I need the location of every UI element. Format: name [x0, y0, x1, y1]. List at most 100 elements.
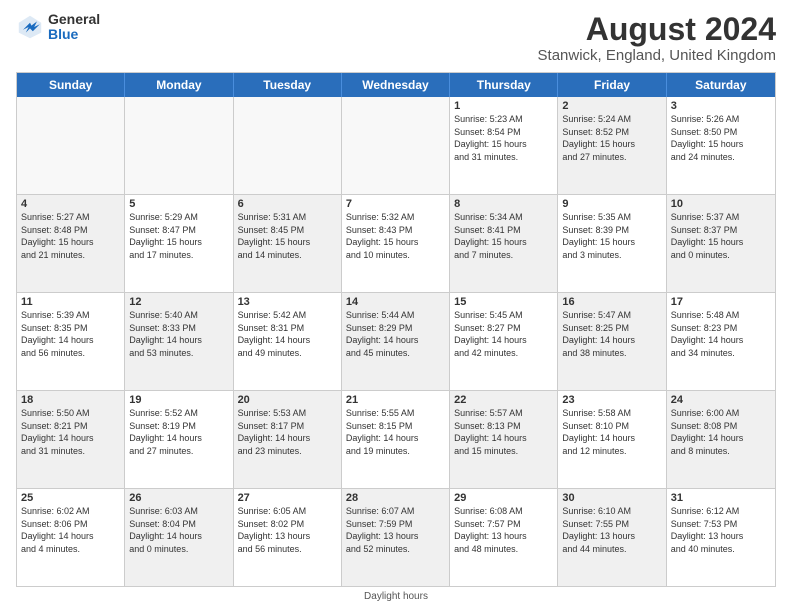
- day-number: 10: [671, 198, 771, 210]
- cell-info: Sunrise: 5:45 AM Sunset: 8:27 PM Dayligh…: [454, 309, 553, 359]
- cal-cell-6: 6Sunrise: 5:31 AM Sunset: 8:45 PM Daylig…: [234, 195, 342, 292]
- day-number: 25: [21, 492, 120, 504]
- logo-icon: [16, 13, 44, 41]
- cal-cell-14: 14Sunrise: 5:44 AM Sunset: 8:29 PM Dayli…: [342, 293, 450, 390]
- day-number: 30: [562, 492, 661, 504]
- cal-cell-8: 8Sunrise: 5:34 AM Sunset: 8:41 PM Daylig…: [450, 195, 558, 292]
- cell-info: Sunrise: 5:53 AM Sunset: 8:17 PM Dayligh…: [238, 407, 337, 457]
- day-number: 9: [562, 198, 661, 210]
- cell-info: Sunrise: 5:52 AM Sunset: 8:19 PM Dayligh…: [129, 407, 228, 457]
- cell-info: Sunrise: 6:12 AM Sunset: 7:53 PM Dayligh…: [671, 505, 771, 555]
- cal-cell-24: 24Sunrise: 6:00 AM Sunset: 8:08 PM Dayli…: [667, 391, 775, 488]
- cal-cell-4: 4Sunrise: 5:27 AM Sunset: 8:48 PM Daylig…: [17, 195, 125, 292]
- cal-cell-11: 11Sunrise: 5:39 AM Sunset: 8:35 PM Dayli…: [17, 293, 125, 390]
- cell-info: Sunrise: 5:42 AM Sunset: 8:31 PM Dayligh…: [238, 309, 337, 359]
- cal-cell-3: 3Sunrise: 5:26 AM Sunset: 8:50 PM Daylig…: [667, 97, 775, 194]
- weekday-header-sunday: Sunday: [17, 73, 125, 97]
- day-number: 2: [562, 100, 661, 112]
- cell-info: Sunrise: 5:37 AM Sunset: 8:37 PM Dayligh…: [671, 211, 771, 261]
- cal-cell-9: 9Sunrise: 5:35 AM Sunset: 8:39 PM Daylig…: [558, 195, 666, 292]
- day-number: 29: [454, 492, 553, 504]
- cal-cell-7: 7Sunrise: 5:32 AM Sunset: 8:43 PM Daylig…: [342, 195, 450, 292]
- day-number: 13: [238, 296, 337, 308]
- cal-cell-16: 16Sunrise: 5:47 AM Sunset: 8:25 PM Dayli…: [558, 293, 666, 390]
- calendar: SundayMondayTuesdayWednesdayThursdayFrid…: [16, 72, 776, 587]
- cal-row-4: 25Sunrise: 6:02 AM Sunset: 8:06 PM Dayli…: [17, 488, 775, 586]
- main-title: August 2024: [538, 12, 776, 47]
- cal-cell-15: 15Sunrise: 5:45 AM Sunset: 8:27 PM Dayli…: [450, 293, 558, 390]
- cell-info: Sunrise: 5:48 AM Sunset: 8:23 PM Dayligh…: [671, 309, 771, 359]
- day-number: 16: [562, 296, 661, 308]
- cell-info: Sunrise: 6:00 AM Sunset: 8:08 PM Dayligh…: [671, 407, 771, 457]
- cell-info: Sunrise: 5:47 AM Sunset: 8:25 PM Dayligh…: [562, 309, 661, 359]
- cell-info: Sunrise: 5:35 AM Sunset: 8:39 PM Dayligh…: [562, 211, 661, 261]
- day-number: 8: [454, 198, 553, 210]
- cal-cell-22: 22Sunrise: 5:57 AM Sunset: 8:13 PM Dayli…: [450, 391, 558, 488]
- logo-general: General: [48, 12, 100, 27]
- weekday-header-saturday: Saturday: [667, 73, 775, 97]
- day-number: 24: [671, 394, 771, 406]
- cal-cell-5: 5Sunrise: 5:29 AM Sunset: 8:47 PM Daylig…: [125, 195, 233, 292]
- cal-cell-1: 1Sunrise: 5:23 AM Sunset: 8:54 PM Daylig…: [450, 97, 558, 194]
- cal-cell-12: 12Sunrise: 5:40 AM Sunset: 8:33 PM Dayli…: [125, 293, 233, 390]
- title-block: August 2024 Stanwick, England, United Ki…: [538, 12, 776, 64]
- day-number: 7: [346, 198, 445, 210]
- day-number: 26: [129, 492, 228, 504]
- weekday-header-monday: Monday: [125, 73, 233, 97]
- cell-info: Sunrise: 5:24 AM Sunset: 8:52 PM Dayligh…: [562, 113, 661, 163]
- cell-info: Sunrise: 5:58 AM Sunset: 8:10 PM Dayligh…: [562, 407, 661, 457]
- cell-info: Sunrise: 5:57 AM Sunset: 8:13 PM Dayligh…: [454, 407, 553, 457]
- cell-info: Sunrise: 5:32 AM Sunset: 8:43 PM Dayligh…: [346, 211, 445, 261]
- weekday-header-thursday: Thursday: [450, 73, 558, 97]
- weekday-header-friday: Friday: [558, 73, 666, 97]
- page: General Blue August 2024 Stanwick, Engla…: [0, 0, 792, 612]
- cell-info: Sunrise: 5:23 AM Sunset: 8:54 PM Dayligh…: [454, 113, 553, 163]
- cal-cell-2: 2Sunrise: 5:24 AM Sunset: 8:52 PM Daylig…: [558, 97, 666, 194]
- day-number: 21: [346, 394, 445, 406]
- cal-cell-empty: [234, 97, 342, 194]
- logo-text: General Blue: [48, 12, 100, 43]
- cell-info: Sunrise: 5:40 AM Sunset: 8:33 PM Dayligh…: [129, 309, 228, 359]
- day-number: 17: [671, 296, 771, 308]
- cal-cell-17: 17Sunrise: 5:48 AM Sunset: 8:23 PM Dayli…: [667, 293, 775, 390]
- day-number: 3: [671, 100, 771, 112]
- cell-info: Sunrise: 6:10 AM Sunset: 7:55 PM Dayligh…: [562, 505, 661, 555]
- cell-info: Sunrise: 5:26 AM Sunset: 8:50 PM Dayligh…: [671, 113, 771, 163]
- cal-cell-13: 13Sunrise: 5:42 AM Sunset: 8:31 PM Dayli…: [234, 293, 342, 390]
- cal-cell-20: 20Sunrise: 5:53 AM Sunset: 8:17 PM Dayli…: [234, 391, 342, 488]
- cal-cell-21: 21Sunrise: 5:55 AM Sunset: 8:15 PM Dayli…: [342, 391, 450, 488]
- cal-row-2: 11Sunrise: 5:39 AM Sunset: 8:35 PM Dayli…: [17, 292, 775, 390]
- day-number: 15: [454, 296, 553, 308]
- cell-info: Sunrise: 5:27 AM Sunset: 8:48 PM Dayligh…: [21, 211, 120, 261]
- day-number: 5: [129, 198, 228, 210]
- day-number: 31: [671, 492, 771, 504]
- cal-cell-28: 28Sunrise: 6:07 AM Sunset: 7:59 PM Dayli…: [342, 489, 450, 586]
- header: General Blue August 2024 Stanwick, Engla…: [16, 12, 776, 64]
- logo: General Blue: [16, 12, 100, 43]
- day-number: 6: [238, 198, 337, 210]
- cal-row-1: 4Sunrise: 5:27 AM Sunset: 8:48 PM Daylig…: [17, 194, 775, 292]
- cell-info: Sunrise: 5:55 AM Sunset: 8:15 PM Dayligh…: [346, 407, 445, 457]
- cell-info: Sunrise: 5:50 AM Sunset: 8:21 PM Dayligh…: [21, 407, 120, 457]
- day-number: 23: [562, 394, 661, 406]
- day-number: 20: [238, 394, 337, 406]
- cal-cell-27: 27Sunrise: 6:05 AM Sunset: 8:02 PM Dayli…: [234, 489, 342, 586]
- cal-cell-25: 25Sunrise: 6:02 AM Sunset: 8:06 PM Dayli…: [17, 489, 125, 586]
- cell-info: Sunrise: 6:05 AM Sunset: 8:02 PM Dayligh…: [238, 505, 337, 555]
- cal-row-3: 18Sunrise: 5:50 AM Sunset: 8:21 PM Dayli…: [17, 390, 775, 488]
- day-number: 1: [454, 100, 553, 112]
- cell-info: Sunrise: 5:29 AM Sunset: 8:47 PM Dayligh…: [129, 211, 228, 261]
- logo-blue: Blue: [48, 27, 100, 42]
- weekday-header-tuesday: Tuesday: [234, 73, 342, 97]
- day-number: 22: [454, 394, 553, 406]
- cal-cell-10: 10Sunrise: 5:37 AM Sunset: 8:37 PM Dayli…: [667, 195, 775, 292]
- cal-cell-26: 26Sunrise: 6:03 AM Sunset: 8:04 PM Dayli…: [125, 489, 233, 586]
- cal-cell-19: 19Sunrise: 5:52 AM Sunset: 8:19 PM Dayli…: [125, 391, 233, 488]
- subtitle: Stanwick, England, United Kingdom: [538, 47, 776, 64]
- day-number: 18: [21, 394, 120, 406]
- cell-info: Sunrise: 5:31 AM Sunset: 8:45 PM Dayligh…: [238, 211, 337, 261]
- cal-cell-31: 31Sunrise: 6:12 AM Sunset: 7:53 PM Dayli…: [667, 489, 775, 586]
- cal-cell-30: 30Sunrise: 6:10 AM Sunset: 7:55 PM Dayli…: [558, 489, 666, 586]
- footer-note: Daylight hours: [16, 591, 776, 602]
- cal-cell-18: 18Sunrise: 5:50 AM Sunset: 8:21 PM Dayli…: [17, 391, 125, 488]
